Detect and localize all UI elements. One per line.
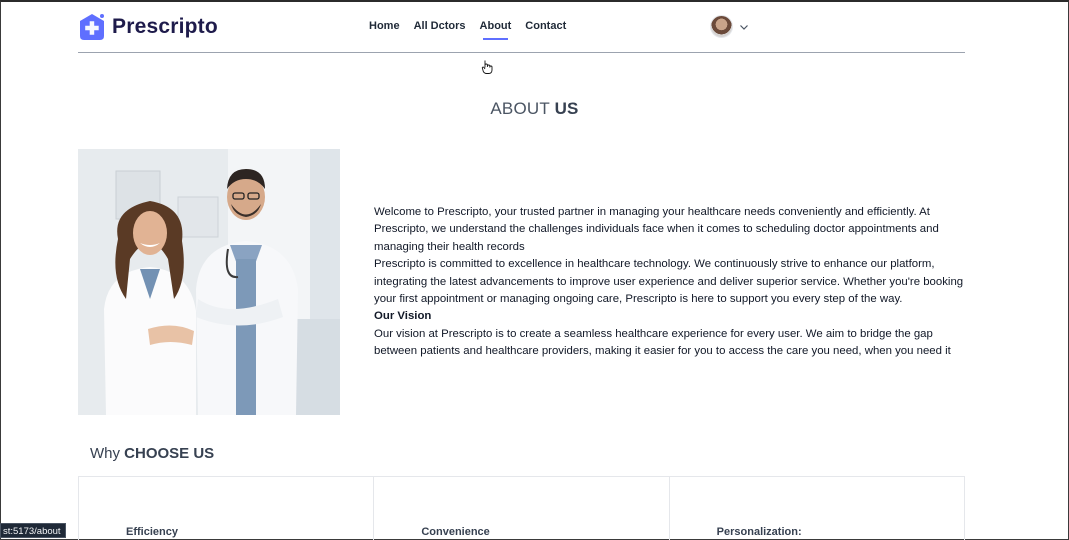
- card-convenience[interactable]: Convenience: [374, 477, 670, 540]
- logo[interactable]: Prescripto: [78, 13, 218, 41]
- about-heading: ABOUT US: [0, 99, 1069, 119]
- about-paragraph-2: Prescripto is committed to excellence in…: [374, 258, 964, 306]
- nav-home[interactable]: Home: [369, 20, 400, 32]
- card-personalization[interactable]: Personalization:: [670, 477, 964, 540]
- about-text: Welcome to Prescripto, your trusted part…: [374, 204, 964, 361]
- status-bar-url: st:5173/about: [0, 523, 66, 538]
- doctors-image: [78, 149, 340, 415]
- why-choose-heading: Why CHOOSE US: [90, 445, 214, 462]
- feature-cards: Efficiency Convenience Personalization:: [78, 476, 965, 540]
- about-heading-bold: US: [554, 99, 579, 118]
- logo-icon: [80, 14, 104, 40]
- profile-menu[interactable]: [710, 15, 749, 38]
- about-heading-prefix: ABOUT: [490, 99, 555, 118]
- card-title: Personalization:: [716, 526, 802, 538]
- card-title: Efficiency: [126, 526, 178, 538]
- chevron-down-icon[interactable]: [739, 22, 749, 32]
- nav-all-doctors[interactable]: All Dctors: [414, 20, 466, 32]
- why-bold: CHOOSE US: [124, 445, 215, 462]
- about-paragraph-1: Welcome to Prescripto, your trusted part…: [374, 206, 939, 253]
- vision-heading: Our Vision: [374, 310, 432, 323]
- card-title: Convenience: [421, 526, 490, 538]
- hand-cursor-icon: [481, 60, 493, 74]
- nav-contact[interactable]: Contact: [525, 20, 566, 32]
- main-menu: Home All Dctors About Contact: [369, 20, 566, 40]
- card-efficiency[interactable]: Efficiency: [79, 477, 375, 540]
- vision-paragraph: Our vision at Prescripto is to create a …: [374, 327, 951, 358]
- doctors-illustration: [78, 149, 340, 415]
- why-prefix: Why: [90, 445, 125, 462]
- brand-name: Prescripto: [112, 15, 218, 38]
- nav-about[interactable]: About: [480, 20, 511, 40]
- navbar: Prescripto Home All Dctors About Contact: [78, 0, 965, 53]
- avatar[interactable]: [710, 15, 733, 38]
